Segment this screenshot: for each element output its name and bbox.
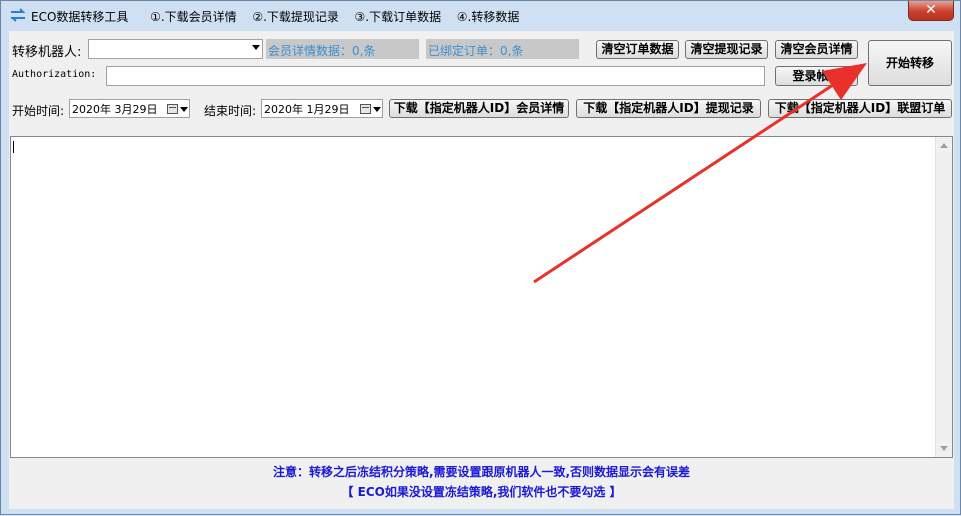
transfer-arrows-icon [10, 8, 26, 22]
calendar-icon [167, 104, 178, 114]
start-time-label: 开始时间: [12, 104, 65, 118]
log-textarea[interactable] [10, 136, 953, 458]
clear-withdraw-button[interactable]: 清空提现记录 [685, 40, 768, 59]
close-icon: ✕ [925, 2, 937, 18]
scroll-up-icon[interactable] [940, 143, 948, 148]
notice-line-1: 注意：转移之后冻结积分策略,需要设置跟原机器人一致,否则数据显示会有误差 [272, 465, 691, 479]
scroll-down-icon[interactable] [940, 446, 948, 451]
bound-orders-count: 已绑定订单：0,条 [426, 39, 579, 59]
app-title: ECO数据转移工具 [31, 10, 129, 24]
close-button[interactable]: ✕ [908, 1, 954, 21]
app-window: ECO数据转移工具 ①.下载会员详情 ②.下载提现记录 ③.下载订单数据 ④.转… [0, 0, 961, 515]
member-detail-count: 会员详情数据：0,条 [266, 39, 419, 59]
clear-orders-button[interactable]: 清空订单数据 [596, 40, 679, 59]
step-3: ③.下载订单数据 [354, 10, 442, 24]
robot-select[interactable] [88, 39, 263, 59]
start-transfer-button[interactable]: 开始转移 [868, 40, 952, 86]
end-date-picker[interactable]: 2020年 1月29日 [261, 99, 383, 118]
download-member-button[interactable]: 下载【指定机器人ID】会员详情 [389, 99, 569, 118]
step-4: ④.转移数据 [456, 10, 520, 24]
chevron-down-icon [180, 107, 188, 112]
step-2: ②.下载提现记录 [252, 10, 339, 24]
chevron-down-icon [373, 107, 381, 112]
login-button[interactable]: 登录帐号 [775, 66, 858, 86]
authorization-label: Authorization: [12, 69, 97, 80]
chevron-down-icon [252, 45, 260, 50]
step-1: ①.下载会员详情 [150, 10, 237, 24]
main-panel: 转移机器人: 会员详情数据：0,条 已绑定订单：0,条 清空订单数据 清空提现记… [9, 31, 954, 509]
window-title: ECO数据转移工具 ①.下载会员详情 ②.下载提现记录 ③.下载订单数据 ④.转… [31, 8, 519, 25]
start-date-picker[interactable]: 2020年 3月29日 [69, 99, 190, 118]
authorization-input[interactable] [106, 66, 765, 86]
vertical-scrollbar[interactable] [935, 137, 952, 457]
end-time-label: 结束时间: [204, 104, 257, 118]
end-date-value: 2020年 1月29日 [264, 103, 350, 116]
title-bar[interactable]: ECO数据转移工具 ①.下载会员详情 ②.下载提现记录 ③.下载订单数据 ④.转… [1, 1, 960, 31]
robot-label: 转移机器人: [12, 45, 82, 60]
calendar-icon [360, 104, 371, 114]
text-caret [13, 141, 14, 153]
clear-member-button[interactable]: 清空会员详情 [775, 40, 858, 59]
download-orders-button[interactable]: 下载【指定机器人ID】联盟订单 [768, 99, 952, 118]
download-withdraw-button[interactable]: 下载【指定机器人ID】提现记录 [576, 99, 761, 118]
notice-line-2: 【 ECO如果没设置冻结策略,我们软件也不要勾选 】 [341, 485, 622, 499]
start-date-value: 2020年 3月29日 [72, 103, 158, 116]
